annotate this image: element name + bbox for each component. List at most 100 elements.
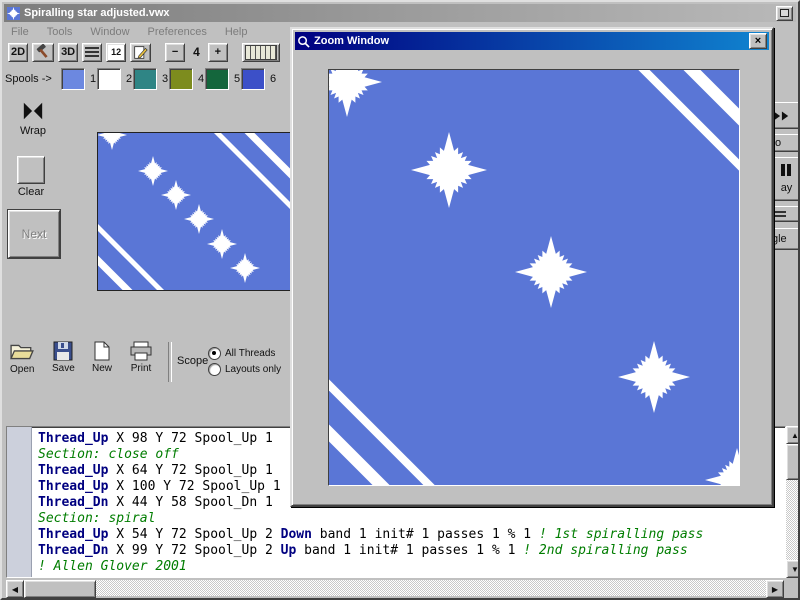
toggle-label: gle: [772, 233, 787, 245]
menu-tools[interactable]: Tools: [47, 26, 73, 38]
zoom-window-title: Zoom Window: [314, 35, 745, 47]
spool-5[interactable]: 5: [205, 68, 241, 90]
spool-3[interactable]: 3: [133, 68, 169, 90]
radio-all-threads[interactable]: [208, 347, 221, 360]
window-title: Spiralling star adjusted.vwx: [24, 7, 772, 19]
fast-forward-button[interactable]: [770, 102, 800, 129]
vertical-scrollbar[interactable]: ▲ ▼: [786, 426, 800, 578]
spool-5-number: 5: [234, 73, 240, 85]
spool-2-number: 2: [126, 73, 132, 85]
list-button[interactable]: [770, 206, 800, 222]
edit-pencil-icon: [133, 45, 148, 60]
magnifier-icon: [297, 35, 310, 48]
scope-layouts-only-option[interactable]: Layouts only: [208, 363, 281, 376]
app-icon: [7, 7, 20, 20]
scroll-up-button[interactable]: ▲: [786, 426, 800, 444]
scroll-left-button[interactable]: ◀: [6, 580, 24, 598]
star-shape: [618, 341, 690, 413]
lines-icon: [85, 45, 99, 59]
print-label: Print: [131, 363, 152, 374]
vertical-scroll-thumb[interactable]: [786, 444, 800, 480]
spool-4[interactable]: 4: [169, 68, 205, 90]
horizontal-scroll-thumb[interactable]: [24, 580, 96, 598]
menu-help[interactable]: Help: [225, 26, 248, 38]
tools-hammer-button[interactable]: [32, 43, 54, 62]
main-window: Spiralling star adjusted.vwx File Tools …: [0, 0, 800, 600]
star-shape: [328, 69, 382, 117]
menu-preferences[interactable]: Preferences: [148, 26, 207, 38]
wrap-button[interactable]: Wrap: [14, 100, 52, 146]
save-floppy-icon: [53, 341, 73, 361]
wrap-label: Wrap: [20, 125, 46, 137]
pattern-stripe: [474, 69, 740, 330]
console-line: Section: spiral: [38, 511, 785, 527]
spool-4-number: 4: [198, 73, 204, 85]
clear-label: Clear: [14, 186, 48, 198]
print-icon: [129, 341, 153, 361]
zoom-in-button[interactable]: +: [208, 43, 228, 62]
double-chevron-icon: [772, 110, 790, 122]
console-line: Thread_Up X 54 Y 72 Spool_Up 2 Down band…: [38, 527, 785, 543]
hammer-icon: [35, 44, 51, 60]
lines-icon: [772, 209, 786, 219]
console-margin: [7, 427, 32, 577]
zoom-window[interactable]: Zoom Window ×: [290, 27, 774, 507]
spool-2[interactable]: 2: [97, 68, 133, 90]
star-shape: [411, 132, 487, 208]
zoom-level-value: 4: [189, 45, 204, 59]
menu-file[interactable]: File: [11, 26, 29, 38]
spool-1-swatch[interactable]: [61, 68, 85, 90]
pattern-canvas[interactable]: [97, 132, 295, 291]
zoom-window-title-bar[interactable]: Zoom Window ×: [295, 32, 769, 50]
print-button[interactable]: Print: [129, 341, 153, 374]
spool-6-number: 6: [270, 73, 276, 85]
radio-layouts-only[interactable]: [208, 363, 221, 376]
auto-button[interactable]: to: [770, 134, 800, 152]
star-shape: [230, 253, 260, 283]
toolbar: 2D 3D 12 − 4 +: [5, 41, 280, 63]
clear-button[interactable]: [17, 156, 45, 184]
wrap-icon: [20, 100, 46, 122]
spool-1[interactable]: 1: [61, 68, 97, 90]
play-label: ay: [781, 182, 793, 194]
spools-row: Spools -> 1 2 3 4 5 6: [5, 65, 291, 92]
zoom-window-close-button[interactable]: ×: [749, 33, 767, 49]
spool-6-swatch[interactable]: [241, 68, 265, 90]
title-bar[interactable]: Spiralling star adjusted.vwx: [4, 4, 796, 22]
play-button[interactable]: ay: [770, 157, 800, 201]
spool-6[interactable]: 6: [241, 68, 277, 90]
layers-button[interactable]: [82, 43, 102, 62]
spool-4-swatch[interactable]: [169, 68, 193, 90]
spool-2-swatch[interactable]: [97, 68, 121, 90]
save-button[interactable]: Save: [52, 341, 75, 374]
3d-view-button[interactable]: 3D: [58, 43, 78, 62]
menu-window[interactable]: Window: [90, 26, 129, 38]
vertical-scroll-track[interactable]: [786, 480, 800, 560]
2d-view-button[interactable]: 2D: [8, 43, 28, 62]
scope-all-threads-option[interactable]: All Threads: [208, 347, 275, 360]
spool-3-swatch[interactable]: [133, 68, 157, 90]
window-control-button[interactable]: [776, 6, 793, 21]
spool-5-swatch[interactable]: [205, 68, 229, 90]
zoom-out-button[interactable]: −: [165, 43, 185, 62]
star-shape: [705, 448, 740, 486]
layouts-only-label: Layouts only: [225, 364, 281, 375]
open-label: Open: [10, 364, 34, 375]
toggle-button[interactable]: gle: [770, 228, 800, 250]
grid-size-button[interactable]: 12: [106, 43, 126, 62]
next-label: Next: [22, 227, 47, 241]
new-button[interactable]: New: [92, 341, 112, 374]
scroll-down-button[interactable]: ▼: [786, 560, 800, 578]
scope-label: Scope: [177, 355, 208, 367]
horizontal-scroll-track[interactable]: [96, 580, 766, 596]
all-threads-label: All Threads: [225, 348, 275, 359]
horizontal-scrollbar[interactable]: ◀ ▶: [6, 580, 784, 596]
star-shape: [515, 236, 587, 308]
console-line: ! Allen Glover 2001: [38, 559, 785, 575]
scroll-right-button[interactable]: ▶: [766, 580, 784, 598]
next-button[interactable]: Next: [8, 210, 60, 258]
open-button[interactable]: Open: [10, 342, 34, 375]
edit-pattern-button[interactable]: [130, 43, 151, 62]
ruler-button[interactable]: [242, 43, 280, 62]
new-document-icon: [94, 341, 110, 361]
